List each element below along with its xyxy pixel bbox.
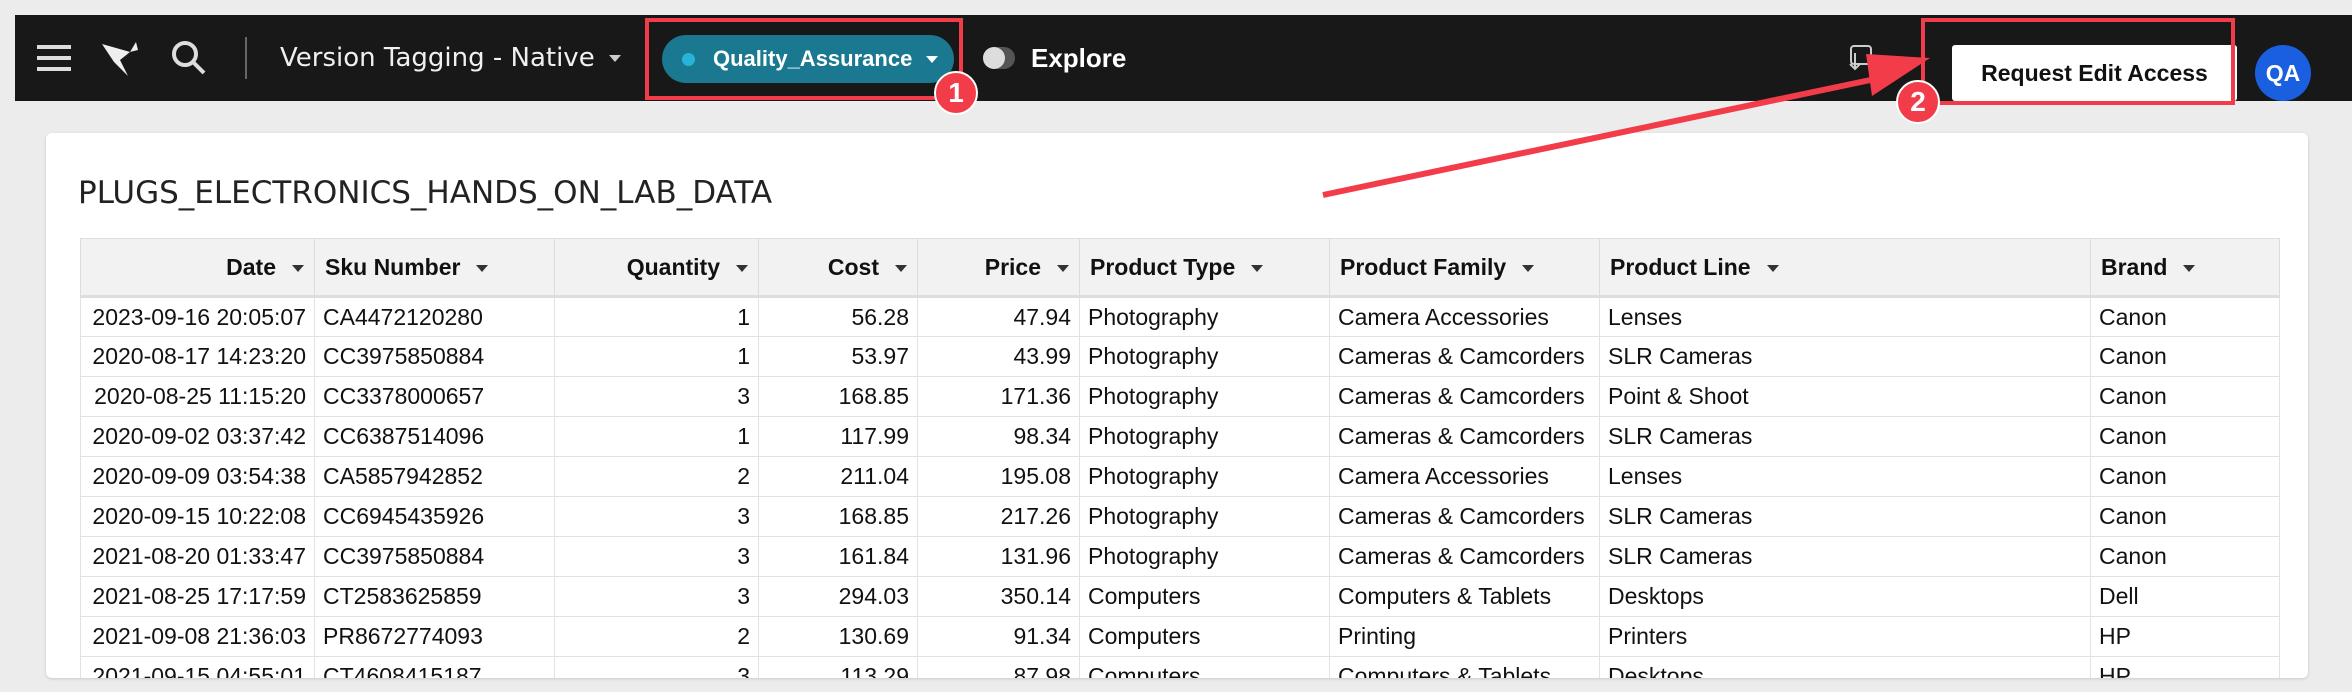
arrow-line xyxy=(1322,75,1881,198)
annotation-badge-1: 1 xyxy=(934,71,978,115)
annotation-arrow xyxy=(1322,54,1930,198)
annotation-badge-2: 2 xyxy=(1896,80,1940,124)
